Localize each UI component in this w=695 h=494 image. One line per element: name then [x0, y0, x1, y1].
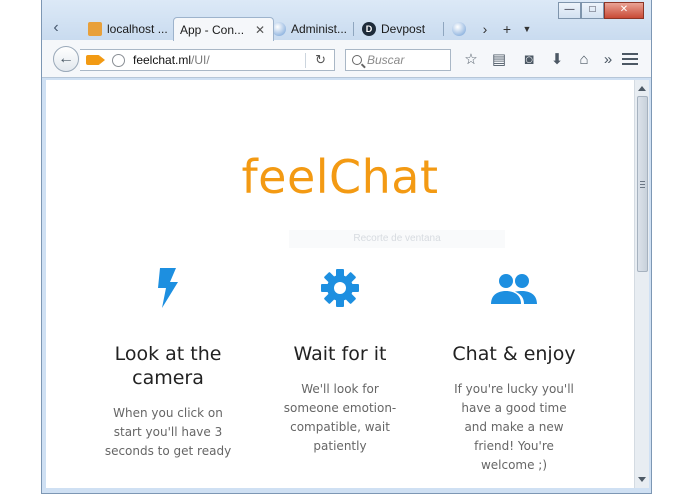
- bookmark-star-icon[interactable]: ☆: [461, 50, 481, 70]
- gear-icon: [265, 268, 415, 308]
- feature-wait: Wait for it We'll look for someone emoti…: [265, 268, 415, 456]
- home-icon[interactable]: ⌂: [574, 50, 594, 70]
- url-divider: [305, 53, 306, 68]
- tab-scroll-left-icon[interactable]: ‹: [46, 18, 66, 38]
- tab-app-con[interactable]: App - Con... ✕: [173, 17, 275, 42]
- nav-bar: ← feelchat.ml/UI/ ↻ Buscar ☆ ▤ ◙ ⬇ ⌂ »: [42, 40, 651, 78]
- browser-window: ‹ localhost ... App - Con... ✕ Administ.…: [41, 0, 652, 494]
- menu-icon[interactable]: [622, 53, 638, 68]
- url-path: /UI/: [191, 53, 210, 67]
- tab-list-icon[interactable]: ▼: [518, 17, 536, 41]
- phpmyadmin-icon: [88, 22, 102, 36]
- tab-separator: [443, 22, 444, 36]
- tab-separator: [353, 22, 354, 36]
- pocket-icon[interactable]: ◙: [519, 50, 539, 70]
- close-window-button[interactable]: ✕: [604, 2, 644, 19]
- devpost-icon: D: [362, 22, 376, 36]
- search-placeholder: Buscar: [367, 53, 405, 67]
- download-icon[interactable]: ⬇: [547, 50, 567, 70]
- brand-title: feelChat: [241, 150, 439, 204]
- tab-localhost[interactable]: localhost ...: [82, 17, 176, 41]
- new-tab-icon[interactable]: +: [498, 17, 516, 41]
- search-input[interactable]: Buscar: [345, 49, 451, 71]
- feature-title: Wait for it: [293, 343, 387, 365]
- tab-strip: ‹ localhost ... App - Con... ✕ Administ.…: [42, 0, 651, 42]
- scroll-down-icon[interactable]: [638, 477, 646, 482]
- url-host: feelchat.ml: [133, 53, 192, 67]
- tab-scroll-right-icon[interactable]: ›: [476, 17, 494, 41]
- site-info-icon[interactable]: [112, 53, 125, 67]
- overflow-icon[interactable]: »: [598, 50, 618, 70]
- url-text: feelchat.ml/UI/: [133, 53, 210, 67]
- search-icon: [352, 55, 362, 65]
- tab-label: localhost ...: [107, 22, 168, 36]
- tab-devpost[interactable]: D Devpost: [356, 17, 433, 41]
- scroll-up-icon[interactable]: [638, 86, 646, 91]
- feature-chat: Chat & enjoy If you're lucky you'll have…: [439, 268, 589, 475]
- people-icon: [439, 268, 589, 308]
- reading-list-icon[interactable]: ▤: [489, 50, 509, 70]
- tab-partial[interactable]: [446, 17, 474, 41]
- camera-icon[interactable]: [86, 55, 105, 65]
- tab-administ[interactable]: Administ...: [266, 17, 355, 41]
- globe-favicon-icon: [452, 22, 466, 36]
- feature-camera: Look at the camera When you click on sta…: [93, 268, 243, 461]
- tab-label: App - Con...: [180, 22, 245, 37]
- maximize-button[interactable]: □: [581, 2, 604, 19]
- tab-label: Devpost: [381, 22, 426, 36]
- page-viewport: feelChat Recorte de ventana Look at the …: [46, 80, 634, 488]
- scroll-grip-icon: [640, 181, 645, 190]
- feature-title: Chat & enjoy: [452, 343, 576, 365]
- globe-favicon-icon: [272, 22, 286, 36]
- feature-title: Look at the camera: [114, 343, 222, 389]
- feature-text: We'll look for someone emotion-compatibl…: [283, 382, 397, 453]
- vertical-scrollbar[interactable]: [634, 80, 649, 488]
- tab-label: Administ...: [291, 22, 348, 36]
- snip-overlay-label: Recorte de ventana: [289, 230, 505, 248]
- url-bar[interactable]: feelchat.ml/UI/ ↻: [80, 49, 335, 71]
- feature-text: If you're lucky you'll have a good time …: [454, 382, 574, 472]
- window-controls: — □ ✕: [558, 2, 644, 19]
- scroll-thumb[interactable]: [637, 96, 648, 272]
- back-button[interactable]: ←: [53, 46, 79, 72]
- reload-icon[interactable]: ↻: [315, 52, 326, 68]
- tab-close-icon[interactable]: ✕: [255, 18, 265, 42]
- lightning-icon: [93, 268, 243, 308]
- minimize-button[interactable]: —: [558, 2, 581, 19]
- feature-text: When you click on start you'll have 3 se…: [104, 406, 232, 458]
